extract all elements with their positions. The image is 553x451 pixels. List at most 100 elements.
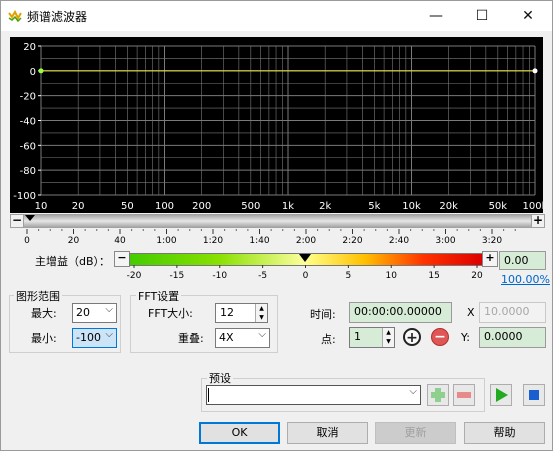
gain-slider-thumb-icon[interactable] [299, 253, 311, 263]
help-button[interactable]: 帮助 [464, 422, 545, 444]
add-preset-button[interactable] [427, 384, 449, 406]
add-point-button[interactable]: + [403, 328, 421, 346]
preset-select[interactable]: ⌵ [206, 385, 421, 405]
x-tick-label: 10k [402, 201, 421, 212]
chevron-down-icon: ⌵ [409, 386, 417, 397]
ruler-label: 2:20 [342, 236, 362, 246]
time-field[interactable]: 00:00:00.00000 [349, 302, 452, 323]
x-tick-label: 200 [192, 201, 211, 212]
x-tick-label: 500 [241, 201, 260, 212]
ruler-label: 2:00 [296, 236, 316, 246]
x-tick-label: 2k [319, 201, 331, 212]
minus-icon: − [11, 213, 23, 227]
gain-scale-label: -15 [170, 271, 185, 281]
x-tick-label: 20k [439, 201, 458, 212]
remove-point-icon: − [434, 329, 446, 345]
y-tick-label: -60 [20, 141, 36, 152]
max-value: 20 [76, 306, 90, 319]
ruler-label: 3:20 [482, 236, 502, 246]
maximize-button[interactable]: ☐ [459, 1, 505, 31]
minus-icon [457, 392, 471, 398]
play-button[interactable] [490, 384, 512, 406]
zoom-out-button[interactable]: − [10, 214, 24, 228]
min-select[interactable]: -100 ⌵ [72, 328, 117, 348]
stop-button[interactable] [523, 384, 545, 406]
y-tick-label: 0 [30, 67, 36, 78]
ruler-label: 3:00 [435, 236, 455, 246]
y-tick-label: -40 [20, 117, 36, 128]
update-button: 更新 [375, 422, 456, 444]
gain-scale-label: 15 [428, 271, 439, 281]
y-field[interactable]: 0.0000 [479, 327, 546, 348]
x-tick-label: 50k [489, 201, 508, 212]
min-value: -100 [76, 331, 101, 344]
delete-preset-button[interactable] [453, 384, 475, 406]
ruler-label: 20 [68, 236, 80, 246]
fft-size-value: 12 [220, 306, 234, 319]
x-tick-label: 50 [121, 201, 134, 212]
gain-negative-range [130, 254, 306, 265]
max-label: 最大: [31, 307, 57, 320]
gain-scale-label: -5 [258, 271, 267, 281]
control-point [38, 68, 44, 74]
x-tick-label: 1k [282, 201, 294, 212]
scrollbar-track[interactable] [24, 214, 531, 228]
maximize-icon: ☐ [475, 8, 489, 24]
overlap-label: 重叠: [178, 332, 204, 345]
add-point-icon: + [406, 330, 418, 346]
play-icon [496, 388, 508, 402]
scroll-thumb-icon[interactable] [24, 214, 36, 222]
ruler-label: 1:40 [249, 236, 269, 246]
preset-title: 预设 [207, 370, 233, 386]
spectrum-plot[interactable]: 20 0 -20 -40 -60 -80 -100 10 20 50 100 200 500 1k 2k 5k… [10, 37, 548, 213]
control-point [532, 68, 538, 74]
gain-scale-label: 0 [303, 271, 309, 281]
close-button[interactable]: ✕ [505, 1, 551, 31]
x-field: 10.0000 [479, 302, 546, 323]
y-tick-label: -80 [20, 166, 36, 177]
cancel-button[interactable]: 取消 [287, 422, 368, 444]
gain-scale-label: -10 [212, 271, 227, 281]
spectrum-plot-svg[interactable]: 200-20-40-60-80-10010 20 50 100 200 500 1k 2k 5k… [10, 37, 547, 213]
chevron-down-icon: ⌵ [258, 329, 266, 340]
plot-scrollbar[interactable]: − + [10, 214, 545, 228]
fft-size-spinner[interactable]: 12 ▲ ▼ [215, 303, 268, 323]
overlap-value: 4X [219, 331, 234, 344]
minimize-button[interactable]: — [413, 1, 459, 31]
point-spinner[interactable]: 1 ▲ ▼ [349, 327, 395, 348]
overlap-select[interactable]: 4X ⌵ [215, 328, 270, 348]
chevron-down-icon: ⌵ [105, 329, 113, 340]
x-value: 10.0000 [484, 305, 530, 318]
plus-icon: + [485, 251, 495, 264]
graph-range-title: 图形范围 [14, 288, 62, 304]
spin-arrows-icon[interactable]: ▲ ▼ [255, 304, 267, 322]
window-title: 频谱滤波器 [27, 10, 88, 24]
close-icon: ✕ [522, 8, 534, 24]
gain-positive-range [306, 254, 482, 265]
max-select[interactable]: 20 ⌵ [72, 303, 117, 323]
gain-percent-link[interactable]: 100.00% [501, 273, 550, 286]
remove-point-button[interactable]: − [431, 328, 449, 346]
gain-value-field[interactable]: 0.00 [499, 251, 546, 270]
plus-icon: + [532, 213, 544, 227]
x-tick-label: 10 [35, 201, 48, 212]
ruler-label: 1:20 [203, 236, 223, 246]
gain-scale-label: 5 [346, 271, 352, 281]
gain-value: 0.00 [504, 254, 529, 267]
minimize-icon: — [429, 8, 443, 24]
y-value: 0.0000 [484, 330, 523, 343]
spin-arrows-icon[interactable]: ▲ ▼ [382, 328, 394, 347]
zoom-in-button[interactable]: + [531, 214, 545, 228]
minus-icon: − [117, 251, 127, 264]
stop-icon [529, 390, 539, 400]
ok-button[interactable]: OK [199, 422, 280, 444]
y-tick-label: -20 [20, 92, 36, 103]
chevron-down-icon: ⌵ [105, 304, 113, 315]
x-label: X [467, 306, 475, 319]
fft-settings-title: FFT设置 [136, 288, 182, 304]
ruler-label: 40 [114, 236, 126, 246]
time-label: 时间: [310, 308, 336, 321]
ruler-label: 1:00 [156, 236, 176, 246]
text-cursor [208, 388, 209, 402]
gain-label: 主增益（dB）： [35, 255, 111, 268]
